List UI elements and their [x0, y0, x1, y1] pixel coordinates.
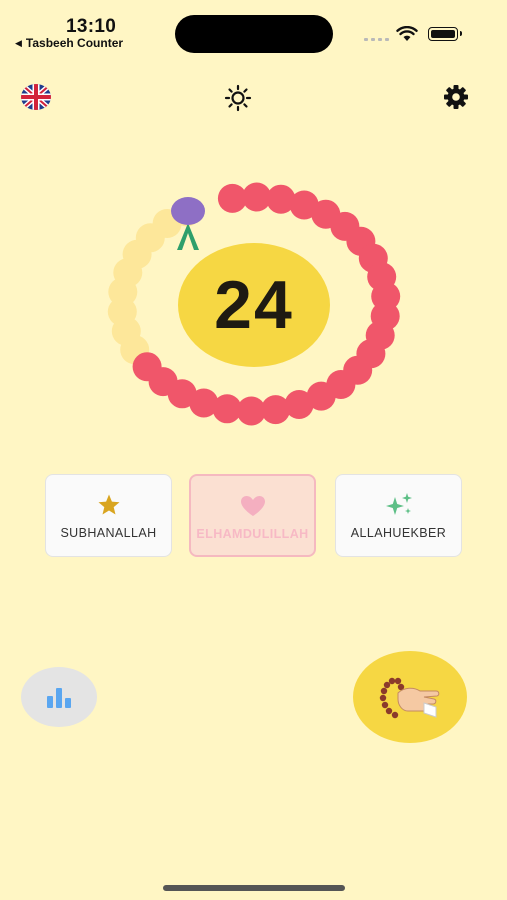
dhikr-card-allahuekber[interactable]: ALLAHUEKBER — [335, 474, 462, 557]
bead-completed — [365, 320, 395, 350]
bead-completed — [167, 379, 197, 409]
sparkles-icon — [385, 493, 412, 515]
bead-completed — [289, 190, 319, 220]
back-to-app-link[interactable]: ◀ Tasbeeh Counter — [15, 36, 123, 50]
uk-flag-icon — [21, 84, 51, 110]
dynamic-island — [175, 15, 333, 53]
tap-count-button[interactable] — [353, 651, 467, 743]
bead-completed — [358, 243, 388, 273]
bead-remaining — [111, 316, 141, 346]
dhikr-card-elhamdulillah[interactable]: ELHAMDULILLAH — [189, 474, 316, 557]
bead-completed — [284, 390, 314, 419]
star-icon — [98, 494, 119, 515]
bead-completed — [242, 182, 272, 212]
bead-completed — [370, 301, 400, 331]
status-time: 13:10 — [66, 16, 117, 37]
bead-remaining — [122, 239, 152, 269]
bead-remaining — [108, 277, 138, 307]
statistics-button[interactable] — [21, 667, 97, 727]
bead-completed — [217, 183, 247, 213]
dhikr-label: SUBHANALLAH — [60, 526, 157, 540]
heart-icon — [240, 496, 265, 516]
bead-completed — [261, 395, 291, 425]
bead-remaining — [107, 297, 137, 327]
bead-completed — [367, 262, 397, 292]
bead-completed — [346, 226, 376, 256]
bead-completed — [343, 355, 373, 385]
bead-completed — [356, 339, 386, 369]
bead-completed — [306, 381, 336, 411]
dhikr-label: ALLAHUEKBER — [350, 526, 447, 540]
bead-marker-icon — [171, 197, 205, 250]
battery-icon — [428, 27, 462, 41]
home-indicator — [163, 885, 345, 891]
language-button[interactable] — [21, 84, 51, 110]
counter-value: 24 — [214, 267, 294, 343]
settings-button[interactable] — [443, 84, 469, 115]
bead-completed — [330, 211, 360, 241]
bead-remaining — [120, 335, 150, 365]
bead-remaining — [113, 258, 143, 288]
bead-completed — [212, 394, 242, 424]
dhikr-label: ELHAMDULILLAH — [196, 527, 309, 541]
wifi-icon — [396, 26, 418, 41]
bar-chart-icon — [47, 688, 71, 708]
gear-icon — [444, 85, 468, 109]
theme-toggle-button[interactable] — [224, 84, 252, 117]
back-app-label: Tasbeeh Counter — [25, 36, 124, 50]
dhikr-card-subhanallah[interactable]: SUBHANALLAH — [45, 474, 172, 557]
bead-completed — [148, 367, 178, 397]
bead-completed — [132, 352, 162, 382]
bead-completed — [236, 396, 266, 426]
bead-completed — [189, 388, 219, 418]
bead-completed — [311, 199, 341, 229]
back-arrow-icon: ◀ — [15, 37, 22, 48]
prayer-beads-hand-icon — [379, 677, 440, 719]
bead-remaining — [135, 223, 165, 253]
bead-completed — [371, 281, 401, 311]
bead-completed — [266, 184, 296, 214]
counter-display[interactable]: 24 — [178, 243, 330, 367]
sun-icon — [224, 84, 252, 112]
bead-completed — [326, 370, 356, 399]
cellular-signal-icon — [364, 38, 389, 41]
